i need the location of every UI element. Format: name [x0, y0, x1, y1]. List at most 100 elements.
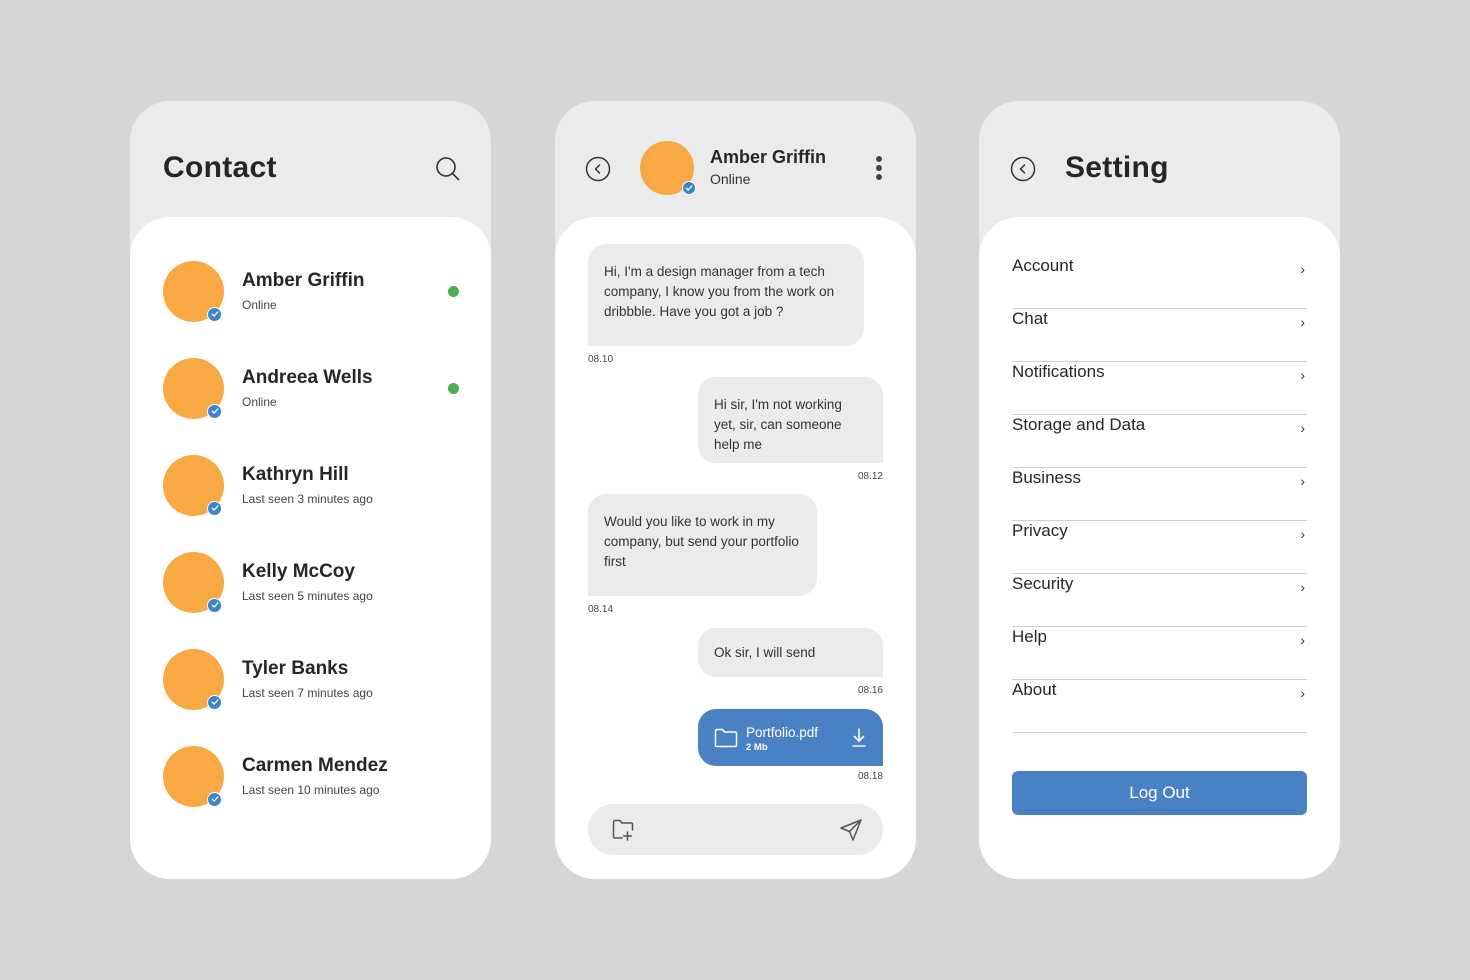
- chat-contact-status: Online: [710, 171, 751, 187]
- folder-icon: [714, 728, 738, 747]
- search-button[interactable]: [433, 154, 463, 184]
- contact-list-item[interactable]: Andreea Wells Online: [163, 357, 463, 419]
- file-name: Portfolio.pdf: [746, 724, 819, 740]
- chevron-right-icon: ›: [1300, 261, 1305, 277]
- contact-name: Amber Griffin: [242, 270, 365, 291]
- message-composer: [588, 804, 883, 855]
- chevron-right-icon: ›: [1300, 367, 1305, 383]
- settings-item-label: Storage and Data: [1012, 415, 1146, 434]
- contact-name: Kelly McCoy: [242, 561, 355, 582]
- settings-item-security[interactable]: Security ›: [1012, 574, 1307, 627]
- verified-icon: [207, 694, 222, 710]
- more-vertical-icon: [876, 156, 882, 180]
- verified-icon: [207, 791, 222, 807]
- chat-contact-name: Amber Griffin: [710, 147, 827, 167]
- online-indicator: [448, 285, 459, 297]
- settings-item-privacy[interactable]: Privacy ›: [1012, 521, 1307, 574]
- message-text: Hi sir, I'm not working yet, sir, can so…: [714, 397, 842, 452]
- download-button[interactable]: [851, 727, 867, 749]
- settings-item-account[interactable]: Account ›: [1012, 256, 1307, 309]
- download-icon: [852, 727, 866, 747]
- message-bubble-outgoing: Hi sir, I'm not working yet, sir, can so…: [698, 377, 883, 463]
- settings-item-notifications[interactable]: Notifications ›: [1012, 362, 1307, 415]
- message-text: Hi, I'm a design manager from a tech com…: [604, 264, 835, 319]
- settings-item-label: Account: [1012, 256, 1074, 275]
- message-text: Would you like to work in my company, bu…: [604, 514, 799, 569]
- message-text: Ok sir, I will send: [714, 645, 816, 660]
- settings-item-about[interactable]: About ›: [1012, 680, 1307, 733]
- contact-status: Online: [242, 395, 277, 409]
- page-title: Contact: [163, 151, 277, 184]
- back-button[interactable]: [1010, 156, 1036, 182]
- settings-item-storage-and-data[interactable]: Storage and Data ›: [1012, 415, 1307, 468]
- avatar: [163, 260, 224, 322]
- message-time: 08.16: [857, 685, 883, 696]
- contact-list-item[interactable]: Amber Griffin Online: [163, 260, 463, 322]
- message-time: 08.10: [588, 354, 614, 365]
- send-button[interactable]: [839, 818, 863, 842]
- verified-icon: [207, 500, 222, 516]
- back-button[interactable]: [585, 156, 611, 182]
- settings-item-label: Notifications: [1012, 362, 1105, 381]
- contact-list: Amber Griffin Online Andreea Wells Online Ka…: [130, 217, 491, 879]
- contact-name: Carmen Mendez: [242, 755, 388, 776]
- message-time: 08.18: [857, 771, 883, 782]
- chevron-right-icon: ›: [1300, 420, 1305, 436]
- settings-item-chat[interactable]: Chat ›: [1012, 309, 1307, 362]
- contact-status: Last seen 10 minutes ago: [242, 783, 380, 797]
- contact-status: Online: [242, 298, 277, 312]
- attach-button[interactable]: [612, 818, 636, 842]
- contact-name: Kathryn Hill: [242, 464, 349, 485]
- back-arrow-icon: [1010, 156, 1036, 182]
- online-indicator: [448, 382, 459, 394]
- chevron-right-icon: ›: [1300, 526, 1305, 542]
- contact-status: Last seen 3 minutes ago: [242, 492, 373, 506]
- verified-icon: [207, 597, 222, 613]
- chevron-right-icon: ›: [1300, 473, 1305, 489]
- contact-list-item[interactable]: Tyler Banks Last seen 7 minutes ago: [163, 648, 463, 710]
- back-arrow-icon: [585, 156, 611, 182]
- message-bubble-incoming: Would you like to work in my company, bu…: [588, 494, 817, 596]
- verified-icon: [207, 403, 222, 419]
- contact-name: Andreea Wells: [242, 367, 373, 388]
- settings-item-business[interactable]: Business ›: [1012, 468, 1307, 521]
- message-bubble-outgoing: Ok sir, I will send: [698, 628, 883, 677]
- file-attachment[interactable]: Portfolio.pdf 2 Mb: [698, 709, 883, 766]
- contact-screen: Contact Amber Griffin Online Andreea Wells…: [130, 101, 491, 879]
- settings-item-help[interactable]: Help ›: [1012, 627, 1307, 680]
- settings-item-label: Chat: [1012, 309, 1048, 328]
- verified-icon: [207, 306, 222, 322]
- contact-list-item[interactable]: Kathryn Hill Last seen 3 minutes ago: [163, 454, 463, 516]
- contact-status: Last seen 7 minutes ago: [242, 686, 373, 700]
- avatar: [163, 454, 224, 516]
- avatar: [163, 357, 224, 419]
- contact-list-item[interactable]: Carmen Mendez Last seen 10 minutes ago: [163, 745, 463, 807]
- message-time: 08.14: [588, 604, 614, 615]
- chevron-right-icon: ›: [1300, 685, 1305, 701]
- page-title: Setting: [1065, 151, 1169, 184]
- search-icon: [436, 157, 460, 181]
- more-options-button[interactable]: [869, 153, 889, 183]
- avatar: [163, 648, 224, 710]
- message-time: 08.12: [857, 471, 883, 482]
- message-input[interactable]: [648, 814, 823, 845]
- settings-item-label: Security: [1012, 574, 1074, 593]
- chevron-right-icon: ›: [1300, 579, 1305, 595]
- chevron-right-icon: ›: [1300, 632, 1305, 648]
- contact-status: Last seen 5 minutes ago: [242, 589, 373, 603]
- settings-item-label: Help: [1012, 627, 1047, 646]
- chat-screen: Amber Griffin Online Hi, I'm a design ma…: [555, 101, 916, 879]
- settings-item-label: Privacy: [1012, 521, 1068, 540]
- contact-list-item[interactable]: Kelly McCoy Last seen 5 minutes ago: [163, 551, 463, 613]
- avatar: [163, 551, 224, 613]
- chevron-right-icon: ›: [1300, 314, 1305, 330]
- verified-icon: [682, 181, 696, 195]
- avatar[interactable]: [640, 141, 696, 195]
- setting-screen: Setting Account › Chat › Notifications › Stora…: [979, 101, 1340, 879]
- avatar: [163, 745, 224, 807]
- file-size: 2 Mb: [746, 741, 768, 753]
- settings-item-label: Business: [1012, 468, 1081, 487]
- message-bubble-incoming: Hi, I'm a design manager from a tech com…: [588, 244, 864, 346]
- logout-button[interactable]: Log Out: [1012, 771, 1307, 815]
- settings-item-label: About: [1012, 680, 1057, 699]
